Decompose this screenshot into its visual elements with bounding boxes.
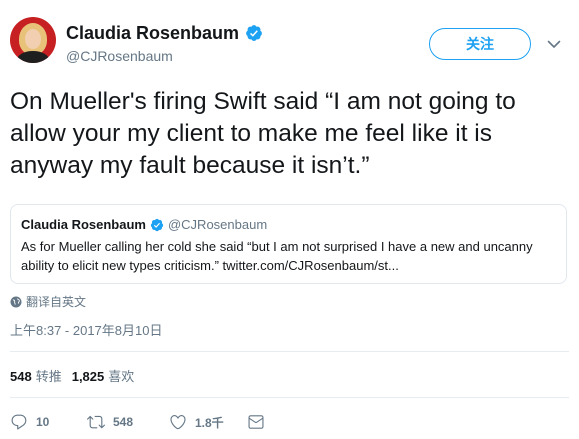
quoted-tweet-header: Claudia Rosenbaum @CJRosenbaum xyxy=(21,216,556,234)
likes-count: 1,825 xyxy=(71,369,105,384)
retweets-label: 转推 xyxy=(35,369,62,384)
retweet-button[interactable]: 548 xyxy=(87,413,169,431)
translate-label[interactable]: 翻译自英文 xyxy=(26,293,86,310)
translate-link[interactable]: 翻译自英文 xyxy=(10,293,86,310)
like-count: 1.8千 xyxy=(195,415,224,430)
quoted-tweet-text: As for Mueller calling her cold she said… xyxy=(21,239,533,273)
author-display-name[interactable]: Claudia Rosenbaum xyxy=(66,22,239,44)
retweet-count: 548 xyxy=(113,415,134,429)
divider xyxy=(10,351,569,352)
follow-button[interactable]: 关注 xyxy=(429,28,531,60)
globe-icon xyxy=(10,296,22,307)
verified-badge-icon xyxy=(150,218,164,232)
heart-icon xyxy=(170,415,186,430)
like-button[interactable]: 1.8千 xyxy=(169,413,247,431)
tweet-card: Claudia Rosenbaum @CJRosenbaum 关注 On Mue… xyxy=(0,0,579,439)
author-handle[interactable]: @CJRosenbaum xyxy=(66,47,263,65)
avatar-face xyxy=(25,29,41,49)
likes-stat[interactable]: 1,825 喜欢 xyxy=(72,368,135,386)
tweet-header: Claudia Rosenbaum @CJRosenbaum 关注 xyxy=(10,14,569,74)
retweets-stat[interactable]: 548 转推 xyxy=(10,368,62,386)
quoted-author-name: Claudia Rosenbaum xyxy=(21,217,146,232)
tweet-actions: 10 548 1.8千 xyxy=(10,412,267,432)
avatar-shoulders xyxy=(17,51,49,63)
retweet-icon xyxy=(87,415,105,429)
tweet-text: On Mueller's firing Swift said “I am not… xyxy=(10,88,516,179)
avatar[interactable] xyxy=(10,17,56,63)
divider xyxy=(10,397,569,398)
tweet-stats: 548 转推 1,825 喜欢 xyxy=(10,368,134,386)
reply-button[interactable]: 10 xyxy=(10,413,87,431)
tweet-timestamp[interactable]: 上午8:37 - 2017年8月10日 xyxy=(10,322,162,340)
retweets-count: 548 xyxy=(10,369,32,384)
chevron-down-icon[interactable] xyxy=(546,36,562,52)
author-name-row[interactable]: Claudia Rosenbaum xyxy=(66,22,263,44)
quoted-tweet[interactable]: Claudia Rosenbaum @CJRosenbaum As for Mu… xyxy=(10,204,567,284)
envelope-icon xyxy=(248,415,264,429)
direct-message-button[interactable] xyxy=(247,413,267,431)
reply-count: 10 xyxy=(36,415,50,429)
quoted-author-handle: @CJRosenbaum xyxy=(167,217,268,232)
reply-icon xyxy=(11,414,27,430)
author-block: Claudia Rosenbaum @CJRosenbaum xyxy=(66,22,263,65)
likes-label: 喜欢 xyxy=(108,369,135,384)
verified-badge-icon xyxy=(246,25,262,41)
